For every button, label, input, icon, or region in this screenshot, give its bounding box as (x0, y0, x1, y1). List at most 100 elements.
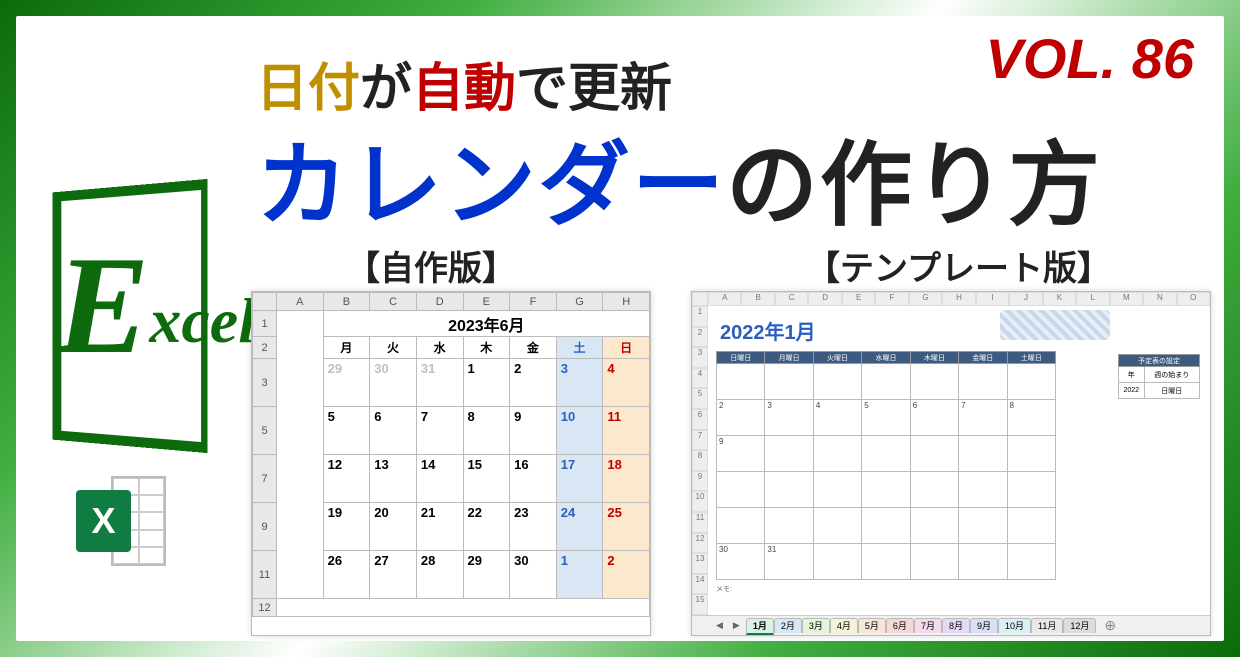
col-header[interactable]: H (603, 293, 650, 311)
col-header[interactable]: F (510, 293, 557, 311)
col-header[interactable]: C (370, 293, 417, 311)
calendar-cell[interactable] (765, 508, 813, 544)
calendar-cell[interactable]: 5 (323, 407, 370, 455)
calendar-cell[interactable]: 30 (510, 551, 557, 599)
calendar-cell[interactable]: 9 (717, 436, 765, 472)
calendar-cell[interactable] (765, 364, 813, 400)
calendar-cell[interactable] (959, 436, 1007, 472)
calendar-cell[interactable]: 3 (765, 400, 813, 436)
calendar-cell[interactable]: 31 (416, 359, 463, 407)
sheet-tab[interactable]: 2月 (774, 618, 802, 633)
calendar-cell[interactable]: 1 (463, 359, 510, 407)
tab-add[interactable]: ⊕ (1098, 615, 1122, 635)
calendar-cell[interactable]: 15 (463, 455, 510, 503)
sheet-tab[interactable]: 10月 (998, 618, 1031, 633)
calendar-cell[interactable] (910, 508, 958, 544)
calendar-cell[interactable] (910, 544, 958, 580)
sheet-tab[interactable]: 1月 (746, 618, 774, 635)
calendar-cell[interactable] (1007, 508, 1055, 544)
settings-value[interactable]: 2022 (1119, 383, 1145, 399)
col-header[interactable]: G (556, 293, 603, 311)
col-header[interactable]: N (1143, 292, 1176, 306)
row-header[interactable]: 10 (692, 491, 708, 512)
row-header[interactable]: 4 (692, 368, 708, 389)
calendar-cell[interactable] (717, 472, 765, 508)
sheet-tab[interactable]: 6月 (886, 618, 914, 633)
calendar-cell[interactable]: 2 (603, 551, 650, 599)
dow-cell[interactable]: 土曜日 (1007, 352, 1055, 364)
calendar-cell[interactable] (717, 508, 765, 544)
sheet-tab[interactable]: 5月 (858, 618, 886, 633)
calendar-cell[interactable]: 2 (717, 400, 765, 436)
calendar-cell[interactable]: 31 (765, 544, 813, 580)
calendar-cell[interactable]: 10 (556, 407, 603, 455)
calendar-cell[interactable] (959, 508, 1007, 544)
calendar-cell[interactable]: 18 (603, 455, 650, 503)
settings-title[interactable]: 予定表の設定 (1119, 355, 1200, 367)
calendar-cell[interactable]: 29 (323, 359, 370, 407)
tab-nav-next[interactable]: ▶ (729, 620, 744, 631)
sheet-tab[interactable]: 9月 (970, 618, 998, 633)
calendar-cell[interactable]: 1 (556, 551, 603, 599)
col-header[interactable]: E (463, 293, 510, 311)
calendar-cell[interactable]: 16 (510, 455, 557, 503)
col-header[interactable]: M (1110, 292, 1143, 306)
calendar-cell[interactable]: 6 (370, 407, 417, 455)
row-header[interactable]: 1 (692, 306, 708, 327)
calendar-cell[interactable] (813, 472, 861, 508)
dow-cell[interactable]: 木曜日 (910, 352, 958, 364)
calendar-cell[interactable]: 26 (323, 551, 370, 599)
dow-cell[interactable]: 月 (323, 337, 370, 359)
dow-cell[interactable]: 水 (416, 337, 463, 359)
calendar-cell[interactable] (1007, 544, 1055, 580)
calendar-cell[interactable] (862, 508, 910, 544)
calendar-cell[interactable] (765, 472, 813, 508)
col-header[interactable]: C (775, 292, 808, 306)
calendar-cell[interactable]: 8 (1007, 400, 1055, 436)
notes-label[interactable]: メモ: (716, 584, 1202, 594)
row-header[interactable]: 8 (692, 450, 708, 471)
calendar-cell[interactable]: 22 (463, 503, 510, 551)
calendar-cell[interactable]: 19 (323, 503, 370, 551)
calendar-cell[interactable]: 8 (463, 407, 510, 455)
col-header[interactable]: L (1076, 292, 1109, 306)
calendar-cell[interactable] (862, 436, 910, 472)
calendar-cell[interactable]: 29 (463, 551, 510, 599)
col-header[interactable]: E (842, 292, 875, 306)
calendar-cell[interactable] (862, 472, 910, 508)
row-header[interactable]: 1 (253, 311, 277, 337)
row-header[interactable]: 12 (692, 533, 708, 554)
calendar-cell[interactable] (1007, 364, 1055, 400)
calendar-cell[interactable] (959, 472, 1007, 508)
calendar-cell[interactable] (862, 364, 910, 400)
calendar-cell[interactable] (813, 508, 861, 544)
col-header[interactable]: J (1009, 292, 1042, 306)
row-header[interactable]: 7 (253, 455, 277, 503)
row-header[interactable]: 2 (253, 337, 277, 359)
calendar-cell[interactable]: 7 (416, 407, 463, 455)
sheet-tab[interactable]: 7月 (914, 618, 942, 633)
calendar-cell[interactable]: 7 (959, 400, 1007, 436)
row-header[interactable]: 11 (692, 512, 708, 533)
row-header[interactable]: 2 (692, 327, 708, 348)
col-header[interactable]: A (708, 292, 741, 306)
row-header[interactable]: 3 (692, 347, 708, 368)
settings-header[interactable]: 年 (1119, 367, 1145, 383)
calendar-cell[interactable]: 3 (556, 359, 603, 407)
col-header[interactable]: H (942, 292, 975, 306)
calendar-cell[interactable]: 17 (556, 455, 603, 503)
dow-cell[interactable]: 金 (510, 337, 557, 359)
col-header[interactable]: D (416, 293, 463, 311)
dow-cell[interactable]: 金曜日 (959, 352, 1007, 364)
sheet-tab[interactable]: 12月 (1063, 618, 1096, 633)
calendar-cell[interactable]: 4 (603, 359, 650, 407)
calendar-cell[interactable]: 6 (910, 400, 958, 436)
calendar-cell[interactable]: 20 (370, 503, 417, 551)
calendar-cell[interactable] (813, 544, 861, 580)
sheet-tab[interactable]: 8月 (942, 618, 970, 633)
template-month-title[interactable]: 2022年1月 (720, 316, 1202, 345)
calendar-cell[interactable] (1007, 472, 1055, 508)
calendar-cell[interactable] (910, 364, 958, 400)
dow-cell[interactable]: 火 (370, 337, 417, 359)
calendar-cell[interactable] (959, 544, 1007, 580)
